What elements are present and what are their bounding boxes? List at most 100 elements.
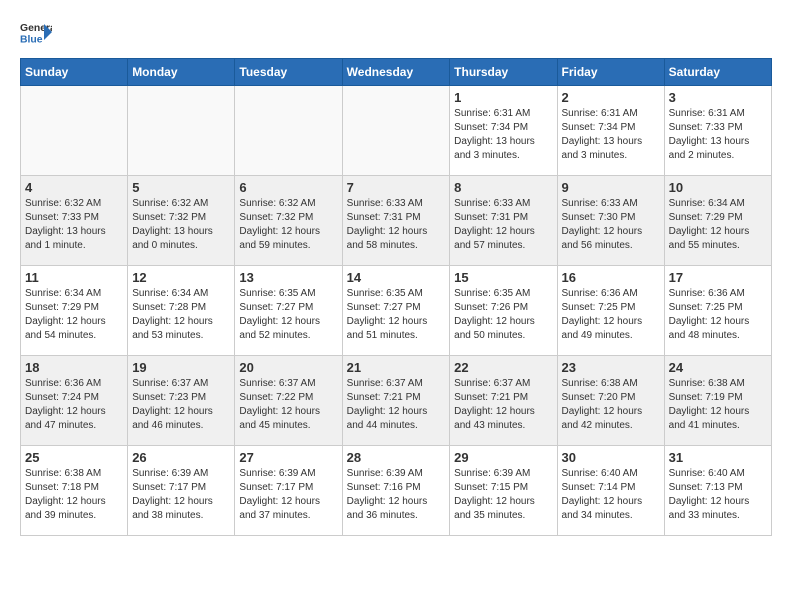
day-header-friday: Friday [557, 59, 664, 86]
calendar-cell: 17 Sunrise: 6:36 AM Sunset: 7:25 PM Dayli… [664, 266, 771, 356]
day-number: 3 [669, 90, 767, 105]
day-info: Sunrise: 6:38 AM Sunset: 7:19 PM Dayligh… [669, 377, 767, 433]
calendar-cell: 27Sunrise: 6:39 AM Sunset: 7:17 PM Dayli… [235, 446, 342, 536]
day-number: 28 [347, 450, 446, 465]
day-info: Sunrise: 6:34 AM Sunset: 7:29 PM Dayligh… [669, 197, 767, 253]
calendar-cell: 11 Sunrise: 6:34 AM Sunset: 7:29 PM Dayli… [21, 266, 128, 356]
day-number: 20 [239, 360, 337, 375]
day-number: 5 [132, 180, 230, 195]
calendar-table: SundayMondayTuesdayWednesdayThursdayFrid… [20, 58, 772, 536]
day-number: 7 [347, 180, 446, 195]
day-header-wednesday: Wednesday [342, 59, 450, 86]
day-info: Sunrise: 6:37 AM Sunset: 7:22 PM Dayligh… [239, 377, 337, 433]
calendar-cell: 8 Sunrise: 6:33 AM Sunset: 7:31 PM Daylig… [450, 176, 557, 266]
day-number: 11 [25, 270, 123, 285]
day-info: Sunrise: 6:33 AM Sunset: 7:31 PM Dayligh… [454, 197, 552, 253]
day-number: 29 [454, 450, 552, 465]
calendar-cell [21, 86, 128, 176]
logo-icon: General Blue [20, 20, 52, 48]
day-header-thursday: Thursday [450, 59, 557, 86]
calendar-cell: 24 Sunrise: 6:38 AM Sunset: 7:19 PM Dayli… [664, 356, 771, 446]
day-info: Sunrise: 6:33 AM Sunset: 7:30 PM Dayligh… [562, 197, 660, 253]
calendar-week-row: 25 Sunrise: 6:38 AM Sunset: 7:18 PM Dayli… [21, 446, 772, 536]
day-number: 31 [669, 450, 767, 465]
day-number: 18 [25, 360, 123, 375]
calendar-cell: 28Sunrise: 6:39 AM Sunset: 7:16 PM Dayli… [342, 446, 450, 536]
day-number: 16 [562, 270, 660, 285]
day-info: Sunrise: 6:32 AM Sunset: 7:33 PM Dayligh… [25, 197, 123, 253]
day-info: Sunrise: 6:40 AM Sunset: 7:13 PM Dayligh… [669, 467, 767, 523]
day-number: 24 [669, 360, 767, 375]
day-number: 23 [562, 360, 660, 375]
day-number: 21 [347, 360, 446, 375]
day-number: 22 [454, 360, 552, 375]
day-info: Sunrise: 6:35 AM Sunset: 7:26 PM Dayligh… [454, 287, 552, 343]
logo: General Blue [20, 20, 52, 48]
day-header-tuesday: Tuesday [235, 59, 342, 86]
day-info: Sunrise: 6:35 AM Sunset: 7:27 PM Dayligh… [239, 287, 337, 343]
day-number: 9 [562, 180, 660, 195]
calendar-cell: 19 Sunrise: 6:37 AM Sunset: 7:23 PM Dayli… [128, 356, 235, 446]
day-info: Sunrise: 6:38 AM Sunset: 7:18 PM Dayligh… [25, 467, 123, 523]
day-info: Sunrise: 6:35 AM Sunset: 7:27 PM Dayligh… [347, 287, 446, 343]
day-number: 4 [25, 180, 123, 195]
day-number: 10 [669, 180, 767, 195]
calendar-cell: 15 Sunrise: 6:35 AM Sunset: 7:26 PM Dayli… [450, 266, 557, 356]
calendar-cell: 9 Sunrise: 6:33 AM Sunset: 7:30 PM Daylig… [557, 176, 664, 266]
day-number: 1 [454, 90, 552, 105]
day-info: Sunrise: 6:37 AM Sunset: 7:23 PM Dayligh… [132, 377, 230, 433]
calendar-cell: 14 Sunrise: 6:35 AM Sunset: 7:27 PM Dayli… [342, 266, 450, 356]
calendar-cell: 29 Sunrise: 6:39 AM Sunset: 7:15 PM Dayli… [450, 446, 557, 536]
day-info: Sunrise: 6:40 AM Sunset: 7:14 PM Dayligh… [562, 467, 660, 523]
day-info: Sunrise: 6:32 AM Sunset: 7:32 PM Dayligh… [132, 197, 230, 253]
svg-text:Blue: Blue [20, 34, 43, 45]
day-info: Sunrise: 6:38 AM Sunset: 7:20 PM Dayligh… [562, 377, 660, 433]
calendar-cell: 30 Sunrise: 6:40 AM Sunset: 7:14 PM Dayli… [557, 446, 664, 536]
calendar-cell: 25 Sunrise: 6:38 AM Sunset: 7:18 PM Dayli… [21, 446, 128, 536]
calendar-cell: 1Sunrise: 6:31 AM Sunset: 7:34 PM Daylig… [450, 86, 557, 176]
day-number: 15 [454, 270, 552, 285]
day-info: Sunrise: 6:31 AM Sunset: 7:33 PM Dayligh… [669, 107, 767, 163]
day-number: 14 [347, 270, 446, 285]
day-info: Sunrise: 6:34 AM Sunset: 7:29 PM Dayligh… [25, 287, 123, 343]
day-number: 6 [239, 180, 337, 195]
page-header: General Blue [20, 20, 772, 48]
day-number: 26 [132, 450, 230, 465]
calendar-cell: 13 Sunrise: 6:35 AM Sunset: 7:27 PM Dayli… [235, 266, 342, 356]
calendar-cell: 12Sunrise: 6:34 AM Sunset: 7:28 PM Dayli… [128, 266, 235, 356]
day-info: Sunrise: 6:36 AM Sunset: 7:24 PM Dayligh… [25, 377, 123, 433]
calendar-cell: 21Sunrise: 6:37 AM Sunset: 7:21 PM Dayli… [342, 356, 450, 446]
calendar-cell: 4 Sunrise: 6:32 AM Sunset: 7:33 PM Daylig… [21, 176, 128, 266]
day-number: 13 [239, 270, 337, 285]
day-number: 12 [132, 270, 230, 285]
day-number: 25 [25, 450, 123, 465]
calendar-week-row: 11 Sunrise: 6:34 AM Sunset: 7:29 PM Dayli… [21, 266, 772, 356]
day-number: 30 [562, 450, 660, 465]
calendar-cell: 10 Sunrise: 6:34 AM Sunset: 7:29 PM Dayli… [664, 176, 771, 266]
day-info: Sunrise: 6:33 AM Sunset: 7:31 PM Dayligh… [347, 197, 446, 253]
calendar-cell: 5 Sunrise: 6:32 AM Sunset: 7:32 PM Daylig… [128, 176, 235, 266]
calendar-header-row: SundayMondayTuesdayWednesdayThursdayFrid… [21, 59, 772, 86]
calendar-week-row: 4 Sunrise: 6:32 AM Sunset: 7:33 PM Daylig… [21, 176, 772, 266]
day-header-monday: Monday [128, 59, 235, 86]
day-number: 27 [239, 450, 337, 465]
day-header-saturday: Saturday [664, 59, 771, 86]
calendar-cell: 31 Sunrise: 6:40 AM Sunset: 7:13 PM Dayli… [664, 446, 771, 536]
calendar-cell: 7 Sunrise: 6:33 AM Sunset: 7:31 PM Daylig… [342, 176, 450, 266]
day-number: 8 [454, 180, 552, 195]
calendar-week-row: 1Sunrise: 6:31 AM Sunset: 7:34 PM Daylig… [21, 86, 772, 176]
calendar-cell: 2Sunrise: 6:31 AM Sunset: 7:34 PM Daylig… [557, 86, 664, 176]
calendar-cell: 6Sunrise: 6:32 AM Sunset: 7:32 PM Daylig… [235, 176, 342, 266]
calendar-cell [128, 86, 235, 176]
calendar-cell: 23 Sunrise: 6:38 AM Sunset: 7:20 PM Dayli… [557, 356, 664, 446]
day-number: 19 [132, 360, 230, 375]
calendar-cell: 22 Sunrise: 6:37 AM Sunset: 7:21 PM Dayli… [450, 356, 557, 446]
day-number: 17 [669, 270, 767, 285]
calendar-cell: 20 Sunrise: 6:37 AM Sunset: 7:22 PM Dayli… [235, 356, 342, 446]
day-info: Sunrise: 6:39 AM Sunset: 7:15 PM Dayligh… [454, 467, 552, 523]
calendar-cell: 3 Sunrise: 6:31 AM Sunset: 7:33 PM Daylig… [664, 86, 771, 176]
day-info: Sunrise: 6:37 AM Sunset: 7:21 PM Dayligh… [454, 377, 552, 433]
day-header-sunday: Sunday [21, 59, 128, 86]
day-info: Sunrise: 6:39 AM Sunset: 7:17 PM Dayligh… [132, 467, 230, 523]
day-info: Sunrise: 6:36 AM Sunset: 7:25 PM Dayligh… [669, 287, 767, 343]
